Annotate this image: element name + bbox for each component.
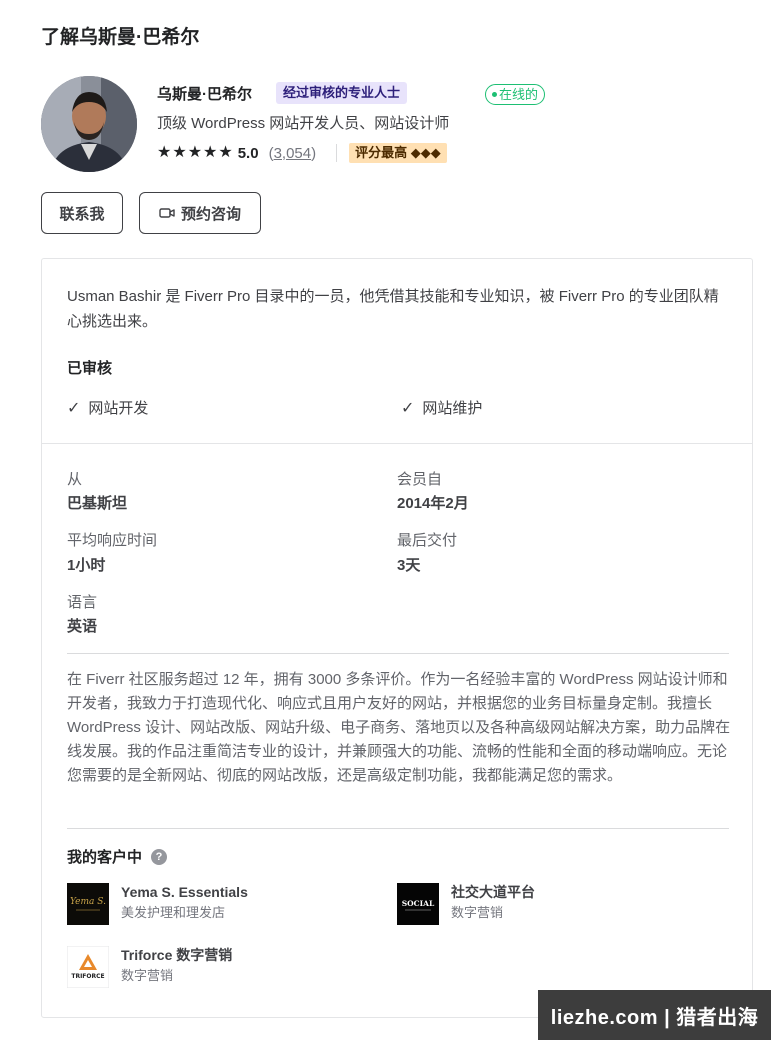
star-icon: ★ [172, 144, 187, 161]
verified-title: 已审核 [67, 360, 113, 377]
card-divider [42, 443, 752, 444]
video-camera-icon [159, 208, 175, 218]
client-logo-text: SOCIAL [402, 899, 435, 908]
member-since-value: 2014年2月 [397, 495, 469, 512]
online-status-badge: 在线的 [485, 84, 546, 105]
client-logo: SOCIAL [397, 883, 439, 925]
rating-score: 5.0 [237, 144, 259, 162]
client-logo: TRIFORCE [67, 946, 109, 988]
client-logo-text: TRIFORCE [71, 973, 104, 980]
star-icon: ★ [218, 144, 233, 161]
clients-title: 我的客户中 ? [67, 846, 168, 867]
section-divider [67, 653, 729, 654]
seller-description: 在 Fiverr 社区服务超过 12 年，拥有 3000 多条评价。作为一名经验… [67, 671, 731, 784]
online-dot-icon [492, 92, 497, 98]
verified-item: ✓ 网站开发 [67, 397, 148, 418]
seller-name[interactable]: 乌斯曼·巴希尔 [157, 83, 252, 104]
contact-me-button[interactable]: 联系我 [41, 192, 123, 234]
star-rating: ★ ★ ★ ★ ★ [157, 145, 233, 161]
section-title: 了解乌斯曼·巴希尔 [41, 27, 200, 48]
last-delivery-value: 3天 [397, 557, 421, 574]
language-value: 英语 [67, 618, 98, 635]
clients-title-label: 我的客户中 [67, 849, 143, 866]
avatar[interactable] [41, 76, 137, 172]
help-icon[interactable]: ? [151, 848, 168, 865]
star-icon: ★ [203, 144, 218, 161]
star-icon: ★ [187, 144, 203, 161]
client-category: 数字营销 [451, 905, 504, 920]
client-item[interactable]: Yema S. Yema S. Essentials 美发护理和理发店 [67, 883, 248, 925]
verified-item-label: 网站维护 [422, 400, 483, 417]
from-value: 巴基斯坦 [67, 495, 128, 512]
client-category: 数字营销 [121, 968, 174, 983]
client-item[interactable]: TRIFORCE Triforce 数字营销 数字营销 [67, 946, 232, 988]
check-icon: ✓ [67, 399, 81, 417]
online-status-label: 在线的 [499, 87, 539, 102]
pro-intro-text: Usman Bashir 是 Fiverr Pro 目录中的一员，他凭借其技能和… [67, 288, 719, 330]
response-time-label: 平均响应时间 [67, 532, 158, 549]
client-logo-text: Yema S. [70, 897, 106, 907]
member-since-label: 会员自 [397, 471, 443, 488]
client-name: 社交大道平台 [451, 884, 535, 900]
verified-item-label: 网站开发 [88, 400, 149, 417]
client-category: 美发护理和理发店 [121, 905, 226, 920]
seller-info-card: Usman Bashir 是 Fiverr Pro 目录中的一员，他凭借其技能和… [41, 258, 753, 1018]
reviews-close-paren: ) [311, 144, 317, 162]
top-rated-badge: 评分最高 ◆◆◆ [349, 143, 447, 163]
verified-item: ✓ 网站维护 [401, 397, 482, 418]
star-icon: ★ [157, 144, 172, 161]
client-name: Yema S. Essentials [121, 884, 248, 900]
client-item[interactable]: SOCIAL 社交大道平台 数字营销 [397, 883, 535, 925]
pro-badge: 经过审核的专业人士 [276, 82, 408, 104]
seller-headline: 顶级 WordPress 网站开发人员、网站设计师 [157, 115, 450, 132]
avatar-photo [41, 76, 137, 172]
response-time-value: 1小时 [67, 557, 106, 574]
client-logo: Yema S. [67, 883, 109, 925]
section-divider [67, 828, 729, 829]
rating-divider [336, 144, 338, 162]
book-consultation-label: 预约咨询 [180, 205, 241, 223]
from-label: 从 [67, 471, 83, 488]
last-delivery-label: 最后交付 [397, 532, 458, 549]
check-icon: ✓ [401, 399, 415, 417]
client-name: Triforce 数字营销 [121, 947, 233, 963]
reviews-count-link[interactable]: (3,054) [269, 145, 317, 162]
watermark: liezhe.com | 猎者出海 [538, 990, 771, 1040]
reviews-count[interactable]: 3,054 [274, 145, 312, 162]
book-consultation-button[interactable]: 预约咨询 [139, 192, 261, 234]
language-label: 语言 [67, 594, 98, 611]
rating-row: ★ ★ ★ ★ ★ 5.0 (3,054) 评分最高 ◆◆◆ [157, 142, 447, 164]
